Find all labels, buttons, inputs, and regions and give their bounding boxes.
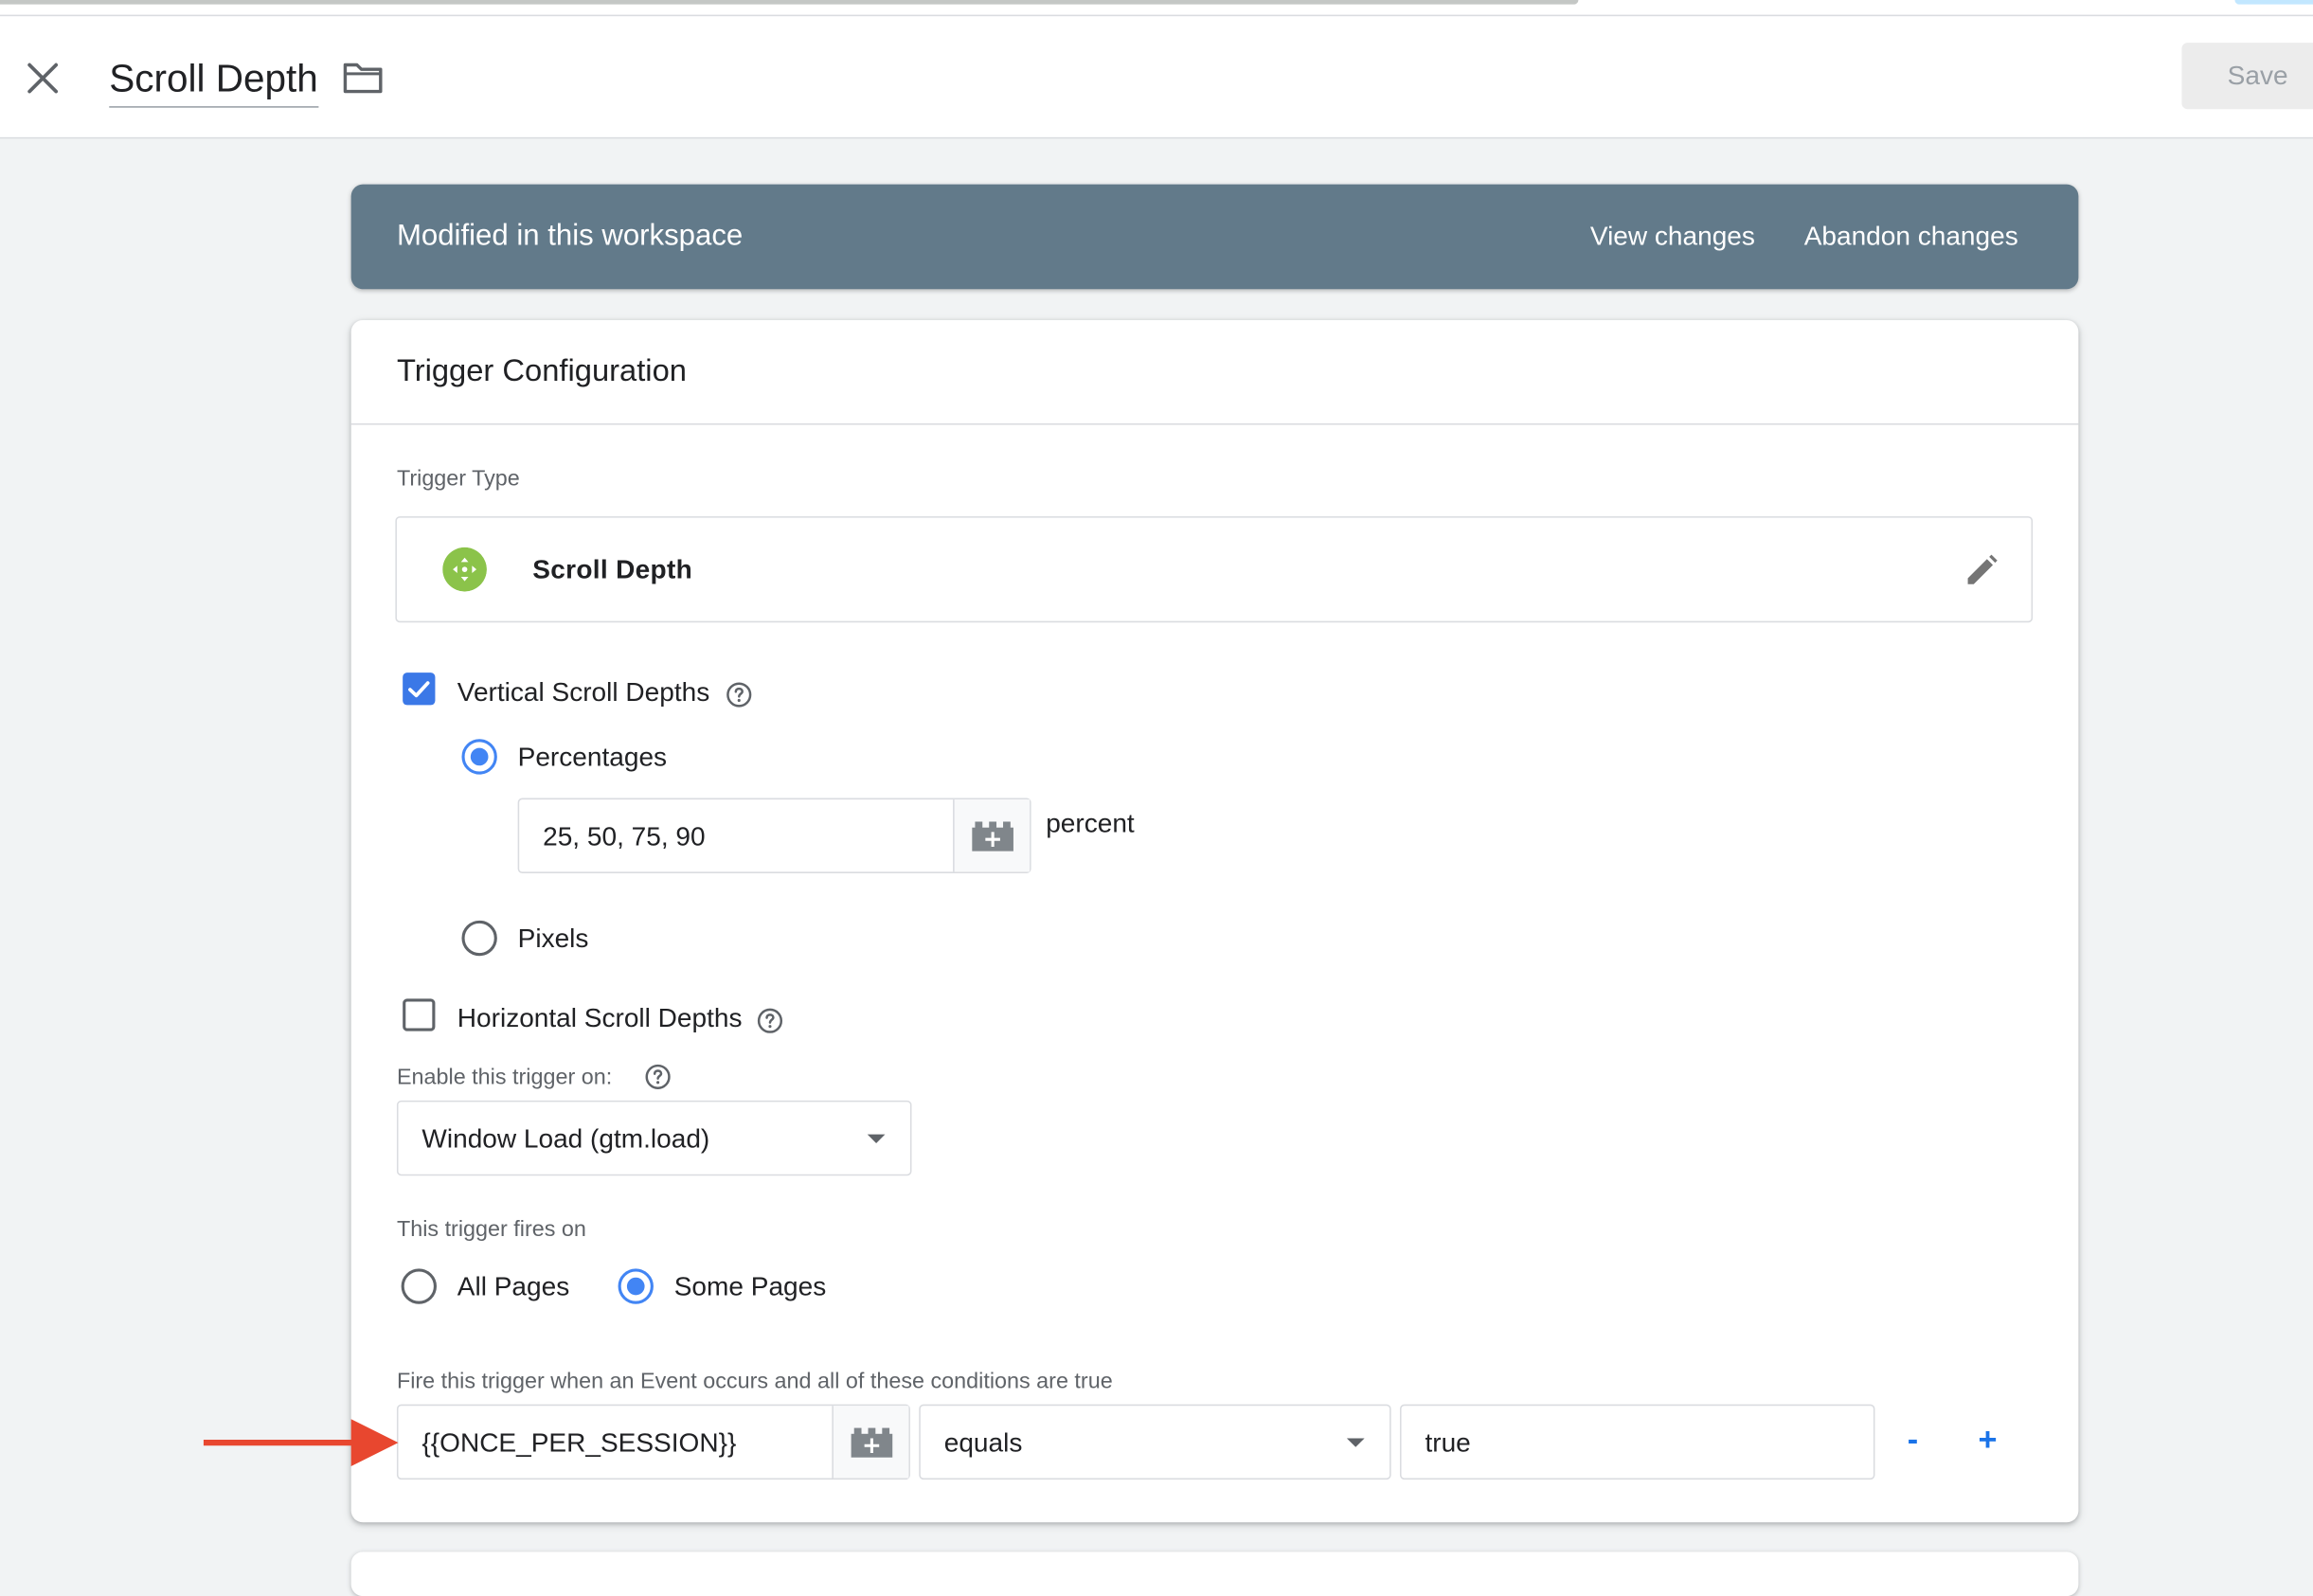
add-variable-icon: [972, 821, 1013, 852]
card-title: Trigger Configuration: [396, 353, 687, 388]
top-progress-line: [0, 0, 1579, 5]
condition-operator-value: equals: [943, 1427, 1023, 1458]
workspace-banner: Modified in this workspace View changes …: [350, 184, 2079, 290]
horizontal-scroll-checkbox[interactable]: [403, 998, 436, 1031]
remove-condition-button[interactable]: -: [1908, 1422, 1918, 1457]
condition-value-input[interactable]: true: [1399, 1404, 1875, 1480]
variable-picker-button[interactable]: [953, 799, 1031, 872]
dropdown-arrow-icon: [1346, 1438, 1365, 1447]
variable-picker-button[interactable]: [832, 1406, 909, 1479]
enable-trigger-value: Window Load (gtm.load): [421, 1123, 710, 1154]
some-pages-radio[interactable]: [618, 1268, 654, 1304]
annotation-arrow-icon: [203, 1419, 399, 1467]
condition-variable-input[interactable]: {{ONCE_PER_SESSION}}: [396, 1404, 910, 1480]
page-title[interactable]: Scroll Depth: [109, 53, 318, 108]
card-divider: [350, 422, 2079, 425]
trigger-configuration-card: Trigger Configuration Trigger Type Scrol…: [350, 319, 2079, 1523]
condition-variable-value[interactable]: {{ONCE_PER_SESSION}}: [421, 1425, 736, 1460]
fires-on-label: This trigger fires on: [396, 1216, 586, 1243]
abandon-changes-link[interactable]: Abandon changes: [1804, 218, 2018, 253]
pixels-radio[interactable]: [461, 920, 497, 957]
checkmark-icon: [408, 681, 430, 698]
top-bar: Scroll Depth Save: [0, 0, 2313, 139]
some-pages-label[interactable]: Some Pages: [674, 1268, 827, 1303]
help-icon[interactable]: [726, 682, 752, 708]
condition-operator-select[interactable]: equals: [919, 1404, 1391, 1480]
condition-value[interactable]: true: [1425, 1425, 1470, 1460]
view-changes-link[interactable]: View changes: [1590, 218, 1755, 253]
percentages-label[interactable]: Percentages: [518, 739, 667, 774]
horizontal-scroll-label[interactable]: Horizontal Scroll Depths: [457, 1000, 743, 1035]
scroll-depth-icon: [442, 547, 487, 592]
all-pages-radio[interactable]: [401, 1268, 437, 1304]
close-icon[interactable]: [18, 53, 68, 103]
help-icon[interactable]: [757, 1008, 783, 1034]
percent-suffix: percent: [1046, 808, 1135, 838]
dropdown-arrow-icon: [867, 1134, 886, 1143]
trigger-type-value: Scroll Depth: [532, 554, 693, 584]
banner-text: Modified in this workspace: [396, 220, 744, 253]
condition-label: Fire this trigger when an Event occurs a…: [396, 1369, 1113, 1394]
percentages-input[interactable]: 25, 50, 75, 90: [517, 798, 1031, 873]
enable-trigger-label: Enable this trigger on:: [396, 1065, 613, 1090]
help-icon[interactable]: [645, 1064, 672, 1090]
trigger-type-selector[interactable]: Scroll Depth: [395, 516, 2034, 623]
enable-trigger-select[interactable]: Window Load (gtm.load): [396, 1100, 912, 1176]
percentages-value[interactable]: 25, 50, 75, 90: [543, 818, 705, 853]
folder-icon[interactable]: [341, 59, 386, 97]
top-divider: [0, 14, 2313, 17]
add-condition-button[interactable]: +: [1978, 1422, 1997, 1457]
pencil-icon[interactable]: [1961, 550, 2002, 592]
vertical-scroll-label[interactable]: Vertical Scroll Depths: [457, 674, 709, 709]
pixels-label[interactable]: Pixels: [518, 921, 589, 956]
save-button[interactable]: Save: [2181, 43, 2313, 110]
percentages-radio[interactable]: [461, 739, 497, 775]
all-pages-label[interactable]: All Pages: [457, 1268, 569, 1303]
trigger-type-label: Trigger Type: [396, 466, 520, 492]
vertical-scroll-checkbox[interactable]: [403, 672, 436, 706]
next-card: [350, 1551, 2079, 1596]
add-variable-icon: [851, 1427, 893, 1458]
top-accent-line: [2234, 0, 2313, 5]
